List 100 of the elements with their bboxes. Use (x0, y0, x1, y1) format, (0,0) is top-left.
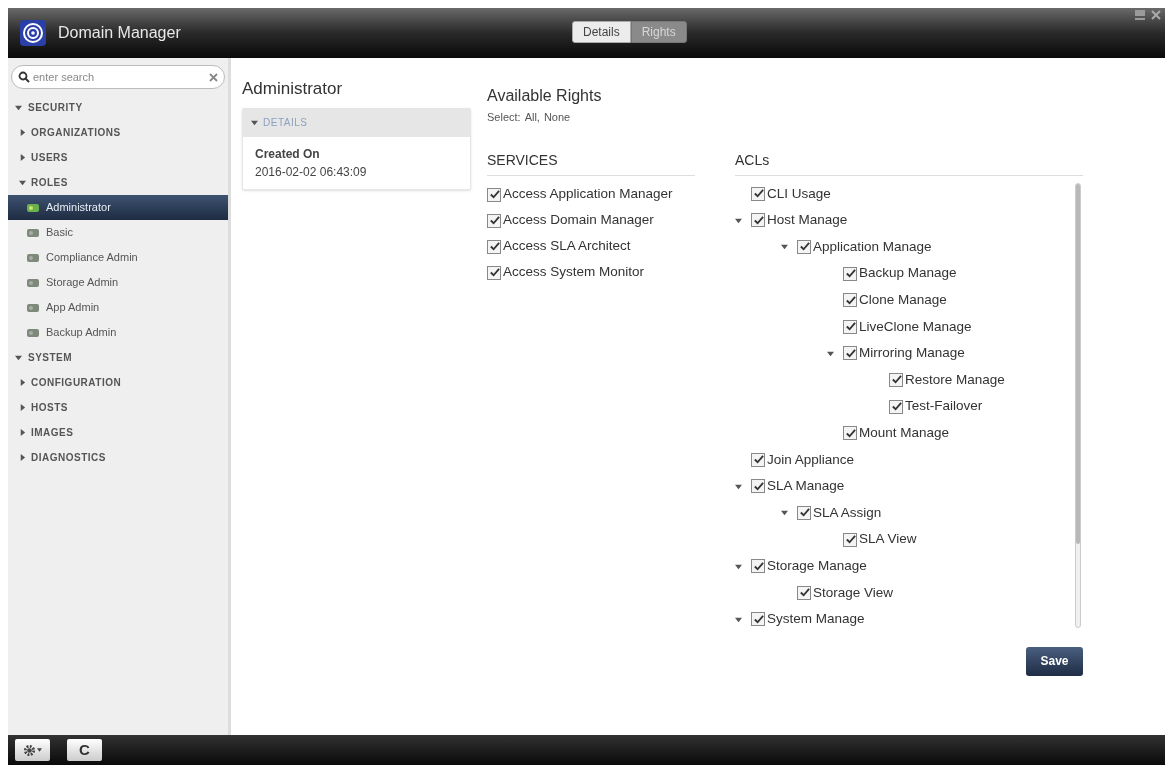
settings-icon (23, 743, 36, 757)
acl-label: Storage View (813, 583, 894, 602)
acl-label: Storage Manage (767, 557, 867, 575)
checkbox[interactable] (487, 265, 501, 280)
caret-right-icon[interactable] (19, 454, 26, 461)
caret-down-icon[interactable] (781, 243, 788, 251)
caret-right-icon[interactable] (19, 154, 26, 161)
save-button[interactable]: Save (1026, 646, 1083, 676)
caret-right-icon[interactable] (19, 129, 26, 136)
caret-down-icon[interactable] (781, 509, 788, 517)
checkbox[interactable] (843, 293, 857, 308)
caret-down-icon[interactable] (15, 104, 22, 111)
acl-label: Host Manage (767, 211, 848, 230)
role-item[interactable]: Compliance Admin (8, 245, 228, 270)
caret-right-icon[interactable] (19, 429, 26, 436)
service-label: Access Application Manager (503, 185, 673, 204)
select-none-link[interactable]: None (543, 109, 571, 126)
select-all-link[interactable]: All, (524, 109, 540, 126)
field-value: 2016-02-02 06:43:09 (255, 163, 368, 181)
nav-item[interactable]: HOSTS (8, 395, 228, 420)
acl-label: Restore Manage (905, 370, 1005, 389)
acl-label: Mirroring Manage (859, 344, 965, 363)
nav-item[interactable]: ROLES (8, 170, 228, 195)
caret-down-icon[interactable] (19, 179, 26, 186)
caret-right-icon[interactable] (19, 379, 26, 386)
minimize-icon[interactable] (1135, 10, 1145, 20)
role-item[interactable]: Basic (8, 220, 228, 245)
checkbox[interactable] (751, 213, 765, 228)
nav-item[interactable]: DIAGNOSTICS (8, 445, 228, 470)
checkbox[interactable] (797, 585, 811, 600)
acl-label: SLA Manage (767, 477, 845, 496)
nav-item[interactable]: IMAGES (8, 420, 228, 445)
role-icon (26, 301, 40, 314)
checkbox[interactable] (751, 559, 765, 574)
acl-label: Application Manage (813, 237, 932, 256)
checkbox[interactable] (889, 399, 903, 414)
checkbox[interactable] (751, 186, 765, 201)
caret-down-icon[interactable] (735, 216, 742, 224)
clear-icon[interactable] (209, 72, 218, 82)
checkbox[interactable] (843, 532, 857, 547)
role-icon (26, 326, 40, 339)
acl-label: CLI Usage (767, 184, 831, 203)
caret-down-icon[interactable] (251, 119, 258, 126)
search-icon (18, 71, 30, 83)
checkbox[interactable] (751, 452, 765, 467)
caret-down-icon (37, 748, 42, 752)
search-field[interactable]: enter search (11, 65, 225, 89)
caret-down-icon[interactable] (735, 482, 742, 490)
role-item[interactable]: Storage Admin (8, 270, 228, 295)
select-label: Select: (487, 110, 521, 125)
caret-down-icon[interactable] (735, 615, 742, 623)
nav-section[interactable]: SECURITY (8, 95, 228, 120)
caret-down-icon[interactable] (15, 354, 22, 361)
service-label: Access SLA Architect (503, 237, 631, 256)
refresh-button[interactable]: C (67, 739, 102, 761)
acl-label: System Manage (767, 610, 865, 629)
section-header: SERVICES (487, 149, 695, 176)
caret-right-icon[interactable] (19, 404, 26, 411)
checkbox[interactable] (797, 240, 811, 254)
role-icon (26, 276, 40, 289)
checkbox[interactable] (487, 213, 501, 228)
nav-item[interactable]: USERS (8, 145, 228, 170)
search-input[interactable]: enter search (33, 68, 173, 86)
close-icon[interactable] (1151, 10, 1161, 20)
nav-section[interactable]: SYSTEM (8, 345, 228, 370)
checkbox[interactable] (889, 372, 903, 387)
checkbox[interactable] (751, 612, 765, 627)
tab[interactable]: Details (572, 21, 631, 43)
acl-label: LiveClone Manage (859, 317, 972, 336)
checkbox[interactable] (843, 426, 857, 441)
acl-label: Join Appliance (767, 450, 855, 469)
checkbox[interactable] (487, 239, 501, 254)
nav-item[interactable]: ORGANIZATIONS (8, 120, 228, 145)
acl-label: SLA Assign (813, 503, 882, 522)
rights-title: Available Rights (487, 86, 603, 106)
checkbox[interactable] (751, 479, 765, 494)
window-title: Domain Manager (58, 23, 181, 43)
service-label: Access System Monitor (503, 263, 645, 282)
acl-label: Clone Manage (859, 291, 947, 310)
section-header: ACLs (735, 149, 1083, 176)
role-item[interactable]: Administrator (8, 195, 228, 220)
role-icon (26, 251, 40, 264)
checkbox[interactable] (797, 505, 811, 520)
field-label: Created On (255, 145, 321, 163)
role-icon (26, 201, 40, 214)
caret-down-icon[interactable] (735, 562, 742, 570)
caret-down-icon[interactable] (827, 349, 834, 357)
checkbox[interactable] (843, 346, 857, 361)
role-item[interactable]: Backup Admin (8, 320, 228, 345)
checkbox[interactable] (487, 187, 501, 202)
scrollbar[interactable] (1075, 182, 1081, 628)
settings-menu-button[interactable] (15, 739, 50, 761)
role-icon (26, 226, 40, 239)
checkbox[interactable] (843, 319, 857, 334)
role-item[interactable]: App Admin (8, 295, 228, 320)
checkbox[interactable] (843, 266, 857, 281)
nav-item[interactable]: CONFIGURATION (8, 370, 228, 395)
acl-label: Mount Manage (859, 424, 950, 442)
service-label: Access Domain Manager (503, 211, 654, 230)
role-title: Administrator (242, 78, 344, 100)
